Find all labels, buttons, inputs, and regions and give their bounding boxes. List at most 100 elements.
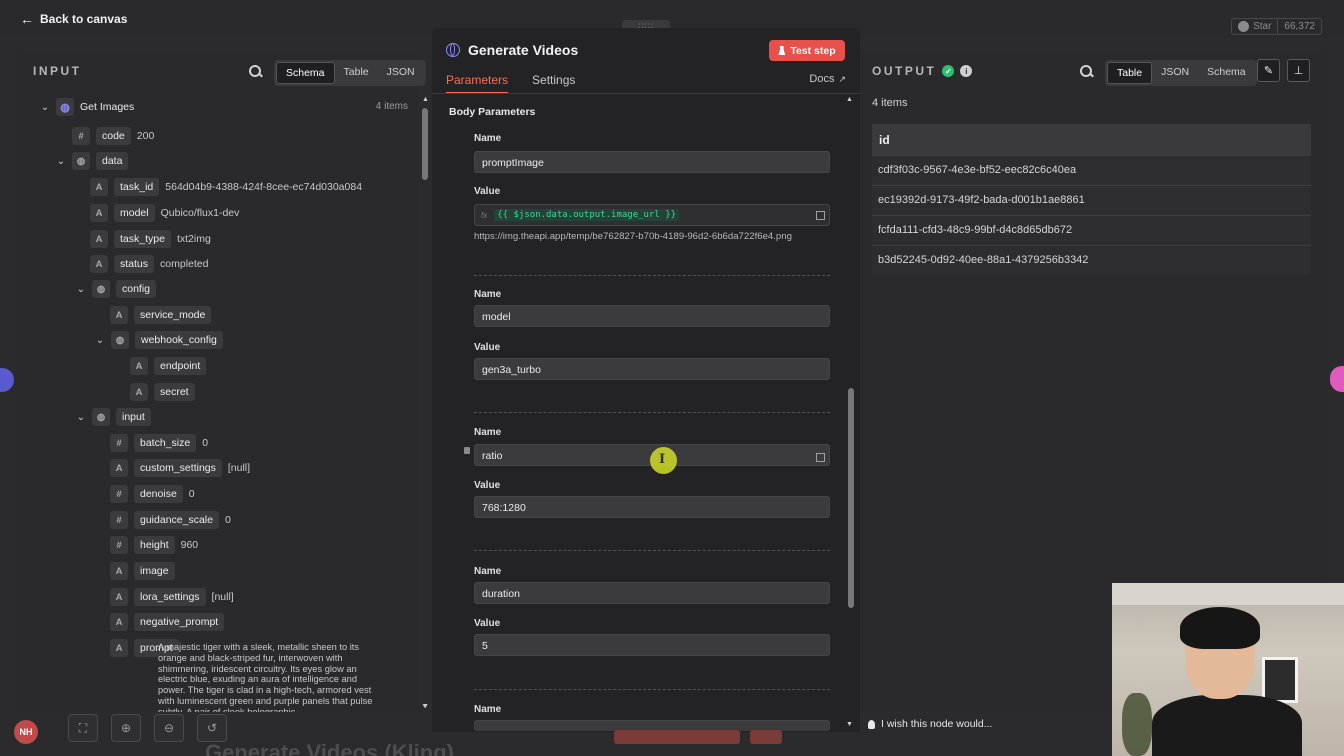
output-tab-table[interactable]: Table (1107, 62, 1153, 84)
table-row[interactable]: b3d52245-0d92-40ee-88a1-4379256b3342 (872, 245, 1311, 275)
tab-parameters[interactable]: Parameters (446, 73, 509, 94)
search-icon[interactable] (249, 65, 262, 78)
table-header-id[interactable]: id (872, 124, 1311, 155)
field-key[interactable]: guidance_scale (134, 511, 219, 529)
zoom-in-button[interactable]: ⊕ (111, 714, 141, 742)
table-row[interactable]: fcfda111-cfd3-48c9-99bf-d4c8d65db672 (872, 215, 1311, 245)
field-key[interactable]: input (116, 408, 151, 426)
chevron-down-icon[interactable]: ⌄ (95, 335, 105, 346)
tree-field-denoise[interactable]: # denoise 0 (110, 484, 195, 504)
chevron-down-icon[interactable]: ⌄ (40, 102, 50, 113)
zoom-out-button[interactable]: ⊖ (154, 714, 184, 742)
param-value-input[interactable]: 768:1280 (474, 496, 830, 518)
avatar[interactable]: NH (14, 720, 38, 744)
field-key[interactable]: status (114, 255, 155, 273)
github-star-widget[interactable]: Star 66,372 (1231, 18, 1322, 35)
tree-field-batch-size[interactable]: # batch_size 0 (110, 433, 208, 453)
string-type-icon: A (110, 459, 128, 477)
output-tab-schema[interactable]: Schema (1198, 62, 1255, 84)
chevron-down-icon[interactable]: ⌄ (76, 284, 86, 295)
edit-output-button[interactable]: ✎ (1257, 59, 1280, 82)
chevron-down-icon[interactable]: ⌄ (76, 412, 86, 423)
field-key[interactable]: secret (154, 383, 195, 401)
field-key[interactable]: task_id (114, 178, 160, 196)
input-tab-table[interactable]: Table (335, 62, 378, 84)
tree-field-image[interactable]: A image (110, 561, 175, 581)
tree-field-secret[interactable]: A secret (130, 382, 195, 402)
param-separator (474, 275, 830, 276)
field-key[interactable]: service_mode (134, 306, 212, 324)
tree-field-height[interactable]: # height 960 (110, 535, 198, 555)
fit-view-button[interactable]: ⛶ (68, 714, 98, 742)
trash-icon[interactable] (464, 447, 470, 454)
tree-node-get-images[interactable]: ⌄ ◍ Get Images (40, 97, 134, 117)
field-key[interactable]: model (114, 204, 155, 222)
test-step-label: Test step (790, 44, 836, 57)
node-scrollbar[interactable]: ▲ ▼ (846, 96, 856, 728)
feedback-link[interactable]: I wish this node would... (868, 714, 1112, 734)
field-key[interactable]: image (134, 562, 175, 580)
tree-field-status[interactable]: A status completed (90, 254, 208, 274)
tab-settings[interactable]: Settings (532, 73, 575, 94)
field-key[interactable]: task_type (114, 230, 171, 248)
object-type-icon: ◍ (72, 152, 90, 170)
scroll-down-icon[interactable]: ▼ (846, 721, 853, 728)
field-key[interactable]: code (96, 127, 131, 145)
field-key[interactable]: endpoint (154, 357, 207, 375)
field-key[interactable]: data (96, 152, 129, 170)
scroll-up-icon[interactable]: ▲ (846, 96, 853, 103)
output-tab-json[interactable]: JSON (1152, 62, 1198, 84)
string-type-icon: A (110, 306, 128, 324)
tree-field-lora-settings[interactable]: A lora_settings [null] (110, 587, 234, 607)
github-star-button[interactable]: Star (1231, 18, 1279, 35)
undo-button[interactable]: ↺ (197, 714, 227, 742)
param-name-input[interactable]: duration (474, 582, 830, 604)
input-tab-schema[interactable]: Schema (276, 62, 335, 84)
tree-field-service-mode[interactable]: A service_mode (110, 305, 212, 325)
tree-field-model[interactable]: A model Qubico/flux1-dev (90, 203, 239, 223)
input-node-edge-icon[interactable] (0, 368, 14, 392)
field-key[interactable]: config (116, 280, 157, 298)
canvas-faded-button (750, 730, 782, 744)
param-value-expression-input[interactable]: fx {{ $json.data.output.image_url }} (474, 204, 830, 226)
scroll-down-icon[interactable]: ▼ (422, 703, 429, 710)
output-node-edge-icon[interactable] (1330, 366, 1344, 392)
expand-icon[interactable] (816, 211, 825, 220)
tree-field-task-id[interactable]: A task_id 564d04b9-4388-424f-8cee-ec74d0… (90, 177, 362, 197)
chevron-down-icon[interactable]: ⌄ (56, 156, 66, 167)
param-value-input[interactable]: gen3a_turbo (474, 358, 830, 380)
field-key[interactable]: custom_settings (134, 459, 222, 477)
input-tab-json[interactable]: JSON (378, 62, 424, 84)
info-icon[interactable]: i (960, 65, 973, 77)
tree-node-config[interactable]: ⌄ ◍ config (76, 279, 157, 299)
field-key[interactable]: height (134, 536, 175, 554)
test-step-button[interactable]: Test step (769, 40, 845, 61)
pin-data-button[interactable]: ⊥ (1287, 59, 1310, 82)
tree-field-code[interactable]: # code 200 (72, 126, 154, 146)
docs-link[interactable]: Docs ↗ (809, 73, 846, 85)
expand-icon[interactable] (816, 453, 825, 462)
scrollbar-thumb[interactable] (848, 388, 854, 608)
tree-field-custom-settings[interactable]: A custom_settings [null] (110, 458, 250, 478)
tree-node-data[interactable]: ⌄ ◍ data (56, 151, 129, 171)
param-name-input[interactable]: model (474, 305, 830, 327)
param-name-input[interactable]: promptImage (474, 151, 830, 173)
tree-field-endpoint[interactable]: A endpoint (130, 356, 207, 376)
field-key[interactable]: denoise (134, 485, 183, 503)
field-key[interactable]: webhook_config (135, 331, 223, 349)
tree-field-guidance-scale[interactable]: # guidance_scale 0 (110, 510, 231, 530)
field-key[interactable]: lora_settings (134, 588, 206, 606)
tree-field-negative-prompt[interactable]: A negative_prompt (110, 612, 225, 632)
scroll-up-icon[interactable]: ▲ (422, 96, 429, 103)
back-to-canvas-button[interactable]: ← Back to canvas (20, 11, 127, 27)
param-value-input[interactable]: 5 (474, 634, 830, 656)
tree-node-input[interactable]: ⌄ ◍ input (76, 407, 151, 427)
field-key[interactable]: batch_size (134, 434, 197, 452)
table-row[interactable]: ec19392d-9173-49f2-bada-d001b1ae8861 (872, 185, 1311, 215)
search-icon[interactable] (1080, 65, 1093, 78)
tree-node-webhook-config[interactable]: ⌄ ◍ webhook_config (95, 330, 223, 350)
tree-field-task-type[interactable]: A task_type txt2img (90, 229, 211, 249)
table-row[interactable]: cdf3f03c-9567-4e3e-bf52-eec82c6c40ea (872, 155, 1311, 185)
field-value: [null] (211, 591, 234, 603)
field-key[interactable]: negative_prompt (134, 613, 225, 631)
